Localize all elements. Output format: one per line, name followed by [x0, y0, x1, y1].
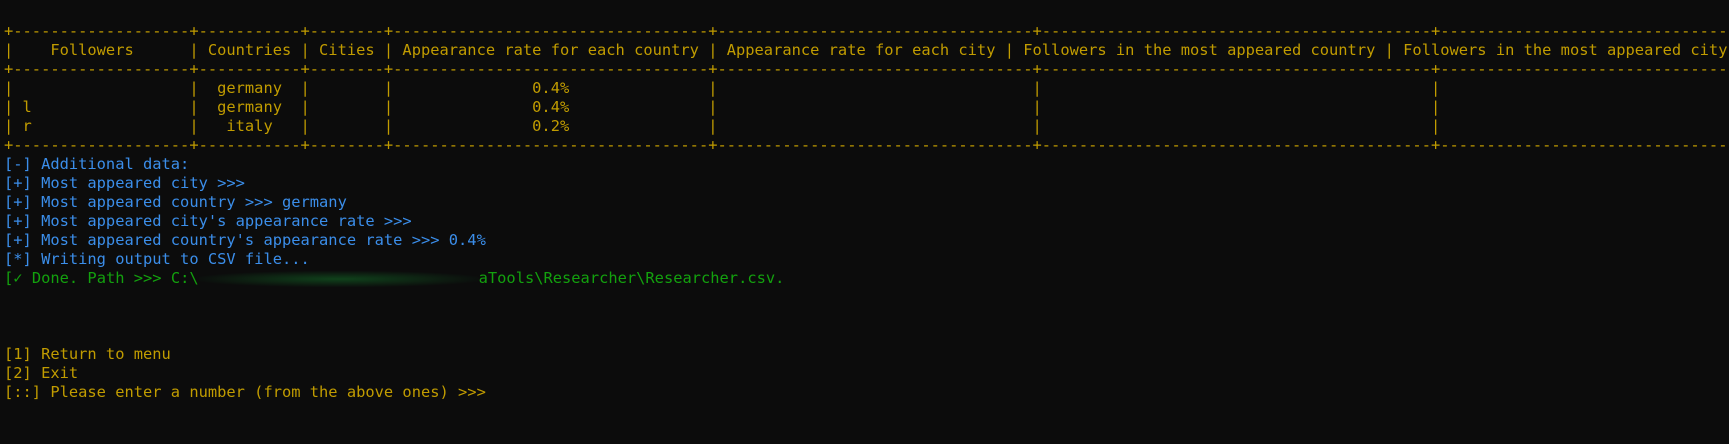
done-bracket: [ [4, 269, 14, 287]
table-row: | | germany | | 0.4% | | | | [4, 79, 1729, 97]
redacted-follower [88, 97, 158, 137]
table-border-top: +-------------------+-----------+-------… [4, 22, 1729, 40]
done-path-line: [✓ Done. Path >>> C:\ aTools\Researcher\R… [4, 269, 1724, 288]
terminal-window: +-------------------+-----------+-------… [4, 22, 1729, 402]
input-prompt[interactable]: [::] Please enter a number (from the abo… [4, 383, 1724, 402]
checkmark-icon: ✓ [13, 269, 23, 287]
most-appeared-city: [+] Most appeared city >>> [4, 174, 245, 192]
table-header-row: | Followers | Countries | Cities | Appea… [4, 41, 1729, 59]
table-border-bottom: +-------------------+-----------+-------… [4, 136, 1729, 154]
table-row: | r o | italy | | 0.2% | | | | [4, 117, 1729, 135]
done-text: Done. Path >>> C:\ [22, 269, 199, 287]
most-appeared-city-rate: [+] Most appeared city's appearance rate… [4, 212, 412, 230]
menu-option-return: [1] Return to menu [4, 345, 171, 363]
writing-output-status: [*] Writing output to CSV file... [4, 250, 310, 268]
most-appeared-country: [+] Most appeared country >>> germany [4, 193, 347, 211]
table-row: | l bs | germany | | 0.4% | | | | [4, 98, 1729, 116]
redacted-path [198, 270, 479, 287]
table-border-header: +-------------------+-----------+-------… [4, 60, 1729, 78]
most-appeared-country-rate: [+] Most appeared country's appearance r… [4, 231, 486, 249]
menu-option-exit: [2] Exit [4, 364, 79, 382]
done-path-suffix: aTools\Researcher\Researcher.csv. [478, 269, 785, 287]
additional-data-heading: [-] Additional data: [4, 155, 190, 173]
